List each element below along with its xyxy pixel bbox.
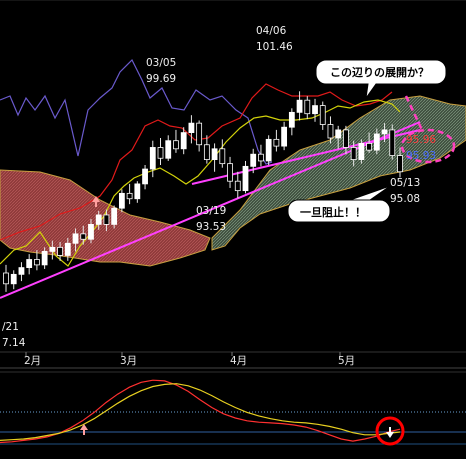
annotation-0406-date: 04/06 <box>256 25 287 37</box>
candle-down <box>343 129 349 148</box>
candle-up <box>111 207 118 225</box>
candle-up <box>64 242 71 256</box>
candle-up <box>312 105 318 115</box>
candle-up <box>242 165 249 192</box>
candle-up <box>250 153 257 167</box>
candle-up <box>149 147 156 170</box>
cloud-bullish <box>211 95 466 251</box>
month-label-feb: 2月 <box>24 355 41 367</box>
candle-down <box>227 163 233 182</box>
chikou-line <box>0 58 273 165</box>
month-label-mar: 3月 <box>120 355 137 367</box>
month-axis: 2月 3月 4月 5月 <box>0 351 466 367</box>
candle-down <box>203 144 210 160</box>
annotation-0513-value: 95.08 <box>390 193 420 205</box>
candle-up <box>335 129 342 139</box>
candle-down <box>80 233 87 240</box>
candle-up <box>49 246 56 252</box>
candle-down <box>304 99 311 115</box>
candle-down <box>366 142 372 151</box>
annotation-0305-value: 99.69 <box>146 73 176 85</box>
annotation-0513-date: 05/13 <box>390 177 420 189</box>
month-label-apr: 4月 <box>230 355 247 367</box>
callout-mid-text: 一旦阻止！！ <box>300 205 366 219</box>
annotation-0305-date: 03/05 <box>146 57 176 69</box>
chart-screenshot: この辺りの展開か？ 一旦阻止！！ 95.96 95.93 03/05 99.69… <box>0 0 466 459</box>
price-tag-blue: 95.93 <box>406 150 436 162</box>
candle-down <box>173 140 179 150</box>
candle-up <box>180 132 187 150</box>
candle-up <box>142 168 148 185</box>
candle-down <box>157 147 164 159</box>
candle-up <box>118 192 125 209</box>
annotation-0121-value: 7.14 <box>2 337 26 349</box>
candle-up <box>88 223 94 240</box>
annotation-0319-value: 93.53 <box>196 221 226 233</box>
candle-up <box>188 122 195 134</box>
candle-down <box>389 129 396 156</box>
callout-top: この辺りの展開か？ <box>315 59 447 99</box>
candle-down <box>219 148 226 165</box>
annotation-0406-value: 101.46 <box>256 41 293 53</box>
annotation-0319-date: 03/19 <box>196 205 226 217</box>
candle-up <box>134 183 141 200</box>
candle-down <box>34 259 40 266</box>
candle-down <box>319 105 326 125</box>
candle-down <box>273 138 280 147</box>
candle-down <box>397 155 403 173</box>
candle-down <box>126 192 133 200</box>
candle-up <box>296 99 303 113</box>
candle-down <box>234 180 241 192</box>
callout-top-text: この辺りの展開か？ <box>330 66 429 79</box>
candle-up <box>165 140 172 159</box>
price-tag-red: 95.96 <box>406 134 436 146</box>
candle-down <box>258 153 264 162</box>
candle-up <box>288 111 295 128</box>
candle-up <box>72 233 79 244</box>
candle-down <box>57 246 63 256</box>
candle-down <box>3 272 9 285</box>
candle-down <box>103 214 110 225</box>
candle-up <box>381 129 388 135</box>
annotation-0121-date: /21 <box>2 321 19 333</box>
candle-up <box>26 259 33 268</box>
candle-up <box>18 267 25 275</box>
candle-up <box>41 250 48 266</box>
candle-up <box>265 138 272 162</box>
candle-up <box>211 148 218 161</box>
candle-up <box>10 273 17 285</box>
candle-up <box>281 126 288 147</box>
ichimoku-chart: この辺りの展開か？ 一旦阻止！！ 95.96 95.93 03/05 99.69… <box>0 0 466 446</box>
sell-arrow-icon <box>386 427 394 438</box>
candle-up <box>373 133 380 151</box>
candle-down <box>350 147 357 160</box>
candle-down <box>196 122 203 146</box>
candle-up <box>358 142 365 160</box>
candle-down <box>327 124 334 139</box>
month-label-may: 5月 <box>338 355 355 367</box>
oscillator-panel <box>0 367 466 446</box>
candle-up <box>95 214 102 225</box>
